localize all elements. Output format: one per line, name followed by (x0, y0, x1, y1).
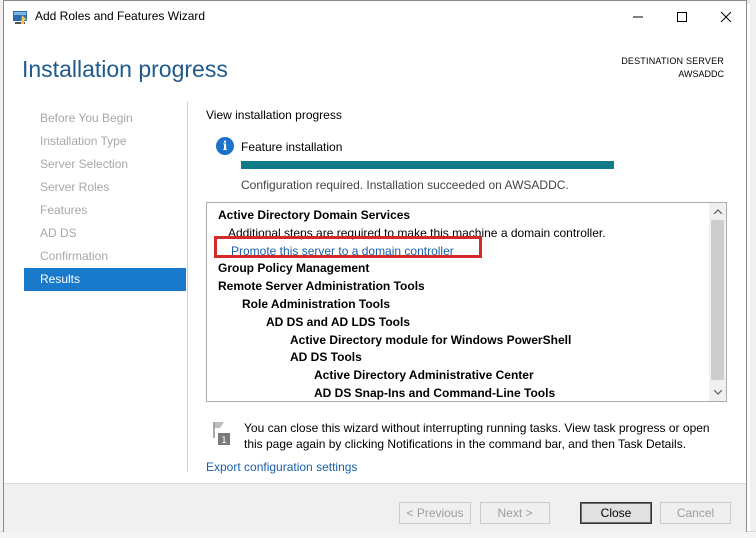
scroll-down-button[interactable] (709, 384, 726, 401)
results-list-item: AD DS and AD LDS Tools (266, 314, 410, 329)
desktop-background-bottom (0, 531, 756, 538)
wizard-nav: Before You Begin Installation Type Serve… (24, 107, 186, 291)
close-wizard-note: You can close this wizard without interr… (244, 421, 710, 451)
maximize-button[interactable] (660, 1, 704, 32)
maximize-icon (677, 11, 687, 22)
nav-item-before-you-begin[interactable]: Before You Begin (24, 107, 186, 130)
wizard-footer: < Previous Next > Close Cancel (4, 483, 746, 532)
results-scrollbar[interactable] (709, 203, 726, 401)
results-list-item: Role Administration Tools (242, 297, 391, 311)
close-window-button[interactable] (704, 1, 748, 32)
results-list-item: Group Policy Management (218, 261, 370, 276)
nav-item-results[interactable]: Results (24, 268, 186, 291)
feature-installation-label: Feature installation (241, 140, 343, 154)
wizard-header: Installation progress DESTINATION SERVER… (4, 32, 746, 102)
highlight-annotation (214, 236, 482, 258)
nav-divider (187, 102, 188, 472)
results-list-item: Active Directory module for Windows Powe… (290, 332, 572, 347)
nav-item-ad-ds[interactable]: AD DS (24, 222, 186, 245)
results-list-box[interactable]: Active Directory Domain Services Addition… (206, 202, 727, 402)
minimize-button[interactable] (616, 1, 660, 32)
results-list-item: Remote Server Administration Tools (218, 279, 425, 294)
progress-bar-fill (241, 161, 614, 169)
page-title: Installation progress (22, 56, 228, 82)
destination-server-label: DESTINATION SERVER (621, 56, 724, 66)
notification-flag-icon: 1 (213, 422, 230, 446)
chevron-up-icon (713, 209, 722, 214)
server-manager-icon (13, 11, 27, 24)
info-icon: i (216, 137, 234, 155)
previous-button[interactable]: < Previous (399, 502, 471, 524)
results-list-item: Active Directory Administrative Center (314, 368, 534, 383)
installation-status-text: Configuration required. Installation suc… (241, 178, 569, 192)
title-bar[interactable]: Add Roles and Features Wizard (4, 1, 746, 32)
wizard-content: Before You Begin Installation Type Serve… (4, 102, 746, 483)
notification-badge-count: 1 (221, 436, 227, 446)
nav-item-server-roles[interactable]: Server Roles (24, 176, 186, 199)
next-button[interactable]: Next > (480, 502, 550, 524)
close-icon (720, 11, 732, 22)
scroll-up-button[interactable] (709, 203, 726, 220)
window-title: Add Roles and Features Wizard (35, 9, 206, 23)
view-progress-label: View installation progress (206, 108, 342, 122)
results-list-item: AD DS Snap-Ins and Command-Line Tools (314, 386, 556, 400)
wizard-window: Add Roles and Features Wizard Installati… (3, 0, 747, 532)
scrollbar-thumb[interactable] (711, 220, 724, 380)
close-button[interactable]: Close (580, 502, 652, 524)
nav-item-installation-type[interactable]: Installation Type (24, 130, 186, 153)
chevron-down-icon (713, 390, 722, 395)
cancel-button[interactable]: Cancel (660, 502, 731, 524)
minimize-icon (633, 16, 643, 17)
installation-progress-bar (241, 161, 614, 169)
desktop-background-right (750, 0, 756, 538)
nav-item-server-selection[interactable]: Server Selection (24, 153, 186, 176)
nav-item-confirmation[interactable]: Confirmation (24, 245, 186, 268)
results-list-item: Active Directory Domain Services (218, 208, 411, 222)
export-configuration-link[interactable]: Export configuration settings (206, 460, 357, 474)
nav-item-features[interactable]: Features (24, 199, 186, 222)
destination-server-name: AWSADDC (678, 69, 724, 79)
results-list-item: AD DS Tools (290, 350, 362, 365)
